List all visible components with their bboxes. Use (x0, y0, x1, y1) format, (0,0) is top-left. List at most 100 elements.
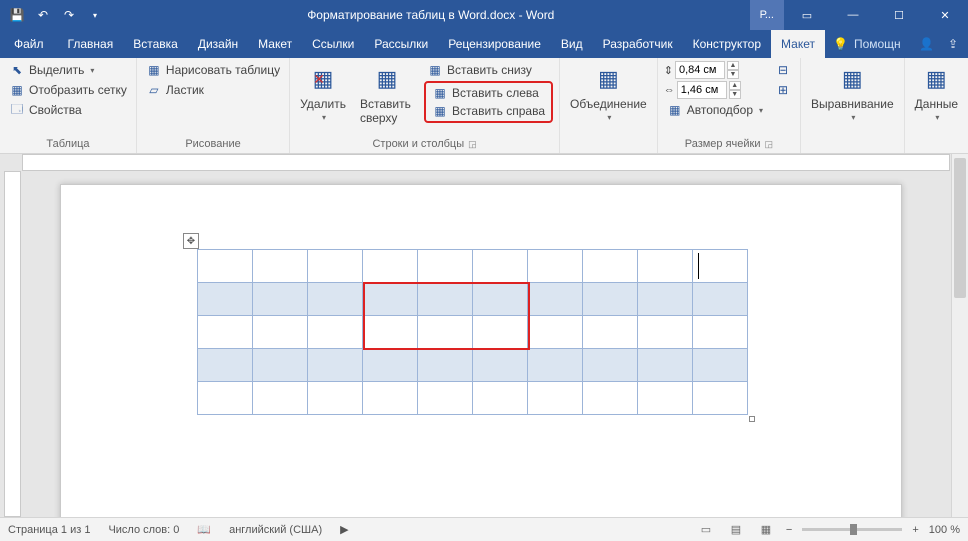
zoom-knob[interactable] (850, 524, 857, 535)
group-label-data (911, 136, 962, 153)
tab-table-design[interactable]: Конструктор (683, 30, 771, 58)
insert-below-button[interactable]: ▦Вставить снизу (424, 61, 553, 79)
highlighted-insert-group: ▦Вставить слева ▦Вставить справа (424, 81, 553, 123)
row-height-up[interactable]: ▲ (727, 61, 739, 70)
account-icon[interactable]: 👤 (919, 37, 934, 51)
group-data: ▦ Данные (905, 58, 968, 153)
zoom-level[interactable]: 100 % (929, 524, 960, 536)
lightbulb-icon: 💡 (833, 37, 848, 51)
view-gridlines-button[interactable]: ▦Отобразить сетку (6, 81, 130, 99)
read-mode-icon[interactable]: ▭ (696, 523, 716, 536)
insert-above-icon: ▦ (371, 63, 403, 95)
text-cursor (698, 253, 699, 279)
eraser-button[interactable]: ▱Ластик (143, 81, 283, 99)
delete-button[interactable]: ▦✕ Удалить (296, 61, 350, 136)
tell-me[interactable]: 💡 Помощн (825, 30, 909, 58)
tab-layout[interactable]: Макет (248, 30, 302, 58)
tab-mailings[interactable]: Рассылки (364, 30, 438, 58)
properties-icon: 🗔 (9, 102, 25, 118)
zoom-out-button[interactable]: − (786, 524, 792, 536)
row-height[interactable]: ⇕ ▲▼ (664, 61, 766, 79)
col-width-icon: ⇔ (664, 84, 675, 96)
zoom-in-button[interactable]: + (912, 524, 918, 536)
horizontal-ruler[interactable] (22, 154, 950, 171)
tab-insert[interactable]: Вставка (123, 30, 188, 58)
insert-below-icon: ▦ (427, 62, 443, 78)
table-row (198, 316, 748, 349)
title-bar: 💾 ↶ ↷ ▾ Форматирование таблиц в Word.doc… (0, 0, 968, 30)
undo-icon[interactable]: ↶ (34, 8, 52, 22)
data-button[interactable]: ▦ Данные (911, 61, 962, 136)
merge-button[interactable]: ▦ Объединение (566, 61, 651, 136)
dialog-launcher-icon[interactable]: ◲ (468, 139, 477, 149)
table-row (198, 283, 748, 316)
print-layout-icon[interactable]: ▤ (726, 523, 746, 536)
tab-design[interactable]: Дизайн (188, 30, 248, 58)
document-title: Форматирование таблиц в Word.docx - Word (112, 8, 750, 22)
grid-icon: ▦ (9, 82, 25, 98)
status-macro-icon[interactable]: ▶ (340, 523, 348, 536)
contextual-tab-label: Р... (750, 0, 784, 30)
table-move-handle-icon[interactable]: ✥ (183, 233, 199, 249)
cursor-icon: ⬉ (9, 62, 25, 78)
distribute-cols-button[interactable]: ⊞ (772, 81, 794, 99)
table-resize-handle-icon[interactable] (749, 416, 755, 422)
status-language[interactable]: английский (США) (229, 524, 322, 536)
tab-home[interactable]: Главная (58, 30, 124, 58)
document-table[interactable] (197, 249, 748, 415)
ribbon-display-icon[interactable]: ▭ (784, 0, 830, 30)
group-label-cell-size: Размер ячейки◲ (664, 136, 794, 153)
redo-icon[interactable]: ↷ (60, 8, 78, 22)
col-width-input[interactable] (677, 81, 727, 99)
insert-left-button[interactable]: ▦Вставить слева (429, 84, 548, 102)
scrollbar-thumb[interactable] (954, 158, 966, 298)
minimize-icon[interactable]: — (830, 0, 876, 30)
page[interactable]: ✥ (60, 184, 902, 517)
document-workspace: ✥ (0, 154, 968, 517)
row-height-down[interactable]: ▼ (727, 70, 739, 79)
properties-button[interactable]: 🗔Свойства (6, 101, 130, 119)
dialog-launcher-icon[interactable]: ◲ (765, 139, 774, 149)
share-icon[interactable]: ⇪ (948, 37, 958, 51)
tell-me-label: Помощн (854, 37, 901, 51)
vertical-ruler[interactable] (4, 171, 21, 517)
tab-table-layout[interactable]: Макет (771, 30, 825, 58)
tab-view[interactable]: Вид (551, 30, 593, 58)
qat-customize-icon[interactable]: ▾ (86, 11, 104, 20)
draw-table-button[interactable]: ▦Нарисовать таблицу (143, 61, 283, 79)
insert-left-icon: ▦ (432, 85, 448, 101)
tab-review[interactable]: Рецензирование (438, 30, 551, 58)
distribute-rows-button[interactable]: ⊟ (772, 61, 794, 79)
table-row (198, 349, 748, 382)
status-spellcheck-icon[interactable]: 📖 (197, 523, 211, 536)
zoom-slider[interactable] (802, 528, 902, 531)
close-icon[interactable]: ✕ (922, 0, 968, 30)
tab-developer[interactable]: Разработчик (593, 30, 683, 58)
save-icon[interactable]: 💾 (8, 8, 26, 22)
tab-references[interactable]: Ссылки (302, 30, 364, 58)
web-layout-icon[interactable]: ▦ (756, 523, 776, 536)
insert-above-button[interactable]: ▦ Вставить сверху (356, 61, 418, 136)
delete-table-icon: ▦✕ (307, 63, 339, 95)
maximize-icon[interactable]: ☐ (876, 0, 922, 30)
vertical-scrollbar[interactable] (951, 154, 968, 517)
status-page[interactable]: Страница 1 из 1 (8, 524, 90, 536)
autofit-icon: ▦ (667, 102, 683, 118)
group-cell-size: ⇕ ▲▼ ⇔ ▲▼ ▦Автоподбор ⊟ ⊞ Размер ячейки◲ (658, 58, 801, 153)
group-label-draw: Рисование (143, 136, 283, 153)
select-button[interactable]: ⬉Выделить (6, 61, 130, 79)
row-height-input[interactable] (675, 61, 725, 79)
col-width[interactable]: ⇔ ▲▼ (664, 81, 766, 99)
merge-icon: ▦ (592, 63, 624, 95)
alignment-button[interactable]: ▦ Выравнивание (807, 61, 898, 136)
col-width-up[interactable]: ▲ (729, 81, 741, 90)
tab-file[interactable]: Файл (0, 30, 58, 58)
alignment-icon: ▦ (836, 63, 868, 95)
window-controls: ▭ — ☐ ✕ (784, 0, 968, 30)
col-width-down[interactable]: ▼ (729, 90, 741, 99)
status-word-count[interactable]: Число слов: 0 (108, 524, 179, 536)
autofit-button[interactable]: ▦Автоподбор (664, 101, 766, 119)
insert-right-button[interactable]: ▦Вставить справа (429, 102, 548, 120)
distribute-rows-icon: ⊟ (775, 62, 791, 78)
group-label-rows-cols: Строки и столбцы◲ (296, 136, 553, 153)
